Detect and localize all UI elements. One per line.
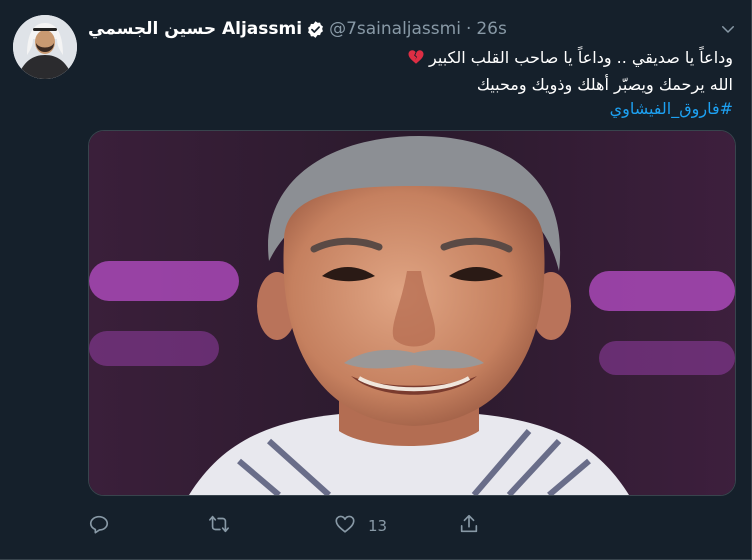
tweet-photo[interactable]	[88, 130, 736, 496]
tweet-actions: 13	[88, 510, 488, 542]
share-icon	[458, 513, 480, 539]
tweet-text-line-2: الله يرحمك ويصبّر أهلك وذويك ومحبيك	[476, 75, 733, 94]
heart-icon	[334, 513, 356, 539]
like-button[interactable]: 13	[334, 510, 387, 542]
retweet-icon	[208, 513, 230, 539]
tweet-time[interactable]: 26s	[476, 19, 507, 39]
display-name[interactable]: حسين الجسمي Aljassmi	[88, 19, 302, 39]
retweet-button[interactable]	[208, 510, 230, 542]
user-handle[interactable]: @7sainaljassmi	[329, 19, 461, 39]
hashtag-link[interactable]: #فاروق_الفيشاوي	[93, 97, 733, 121]
tweet[interactable]: حسين الجسمي Aljassmi @7sainaljassmi · 26…	[0, 0, 752, 560]
tweet-text: وداعاً يا صديقي .. وداعاً يا صاحب القلب …	[93, 46, 733, 121]
verified-badge-icon	[306, 20, 325, 39]
chevron-down-icon[interactable]	[719, 20, 737, 42]
broken-heart-emoji	[407, 48, 425, 73]
like-count: 13	[368, 517, 388, 535]
reply-icon	[88, 513, 110, 539]
separator-dot: ·	[465, 19, 472, 39]
reply-button[interactable]	[88, 510, 110, 542]
avatar[interactable]	[13, 15, 77, 79]
tweet-text-line-1: وداعاً يا صديقي .. وداعاً يا صاحب القلب …	[93, 46, 733, 73]
tweet-header: حسين الجسمي Aljassmi @7sainaljassmi · 26…	[88, 17, 507, 41]
share-button[interactable]	[458, 510, 480, 542]
